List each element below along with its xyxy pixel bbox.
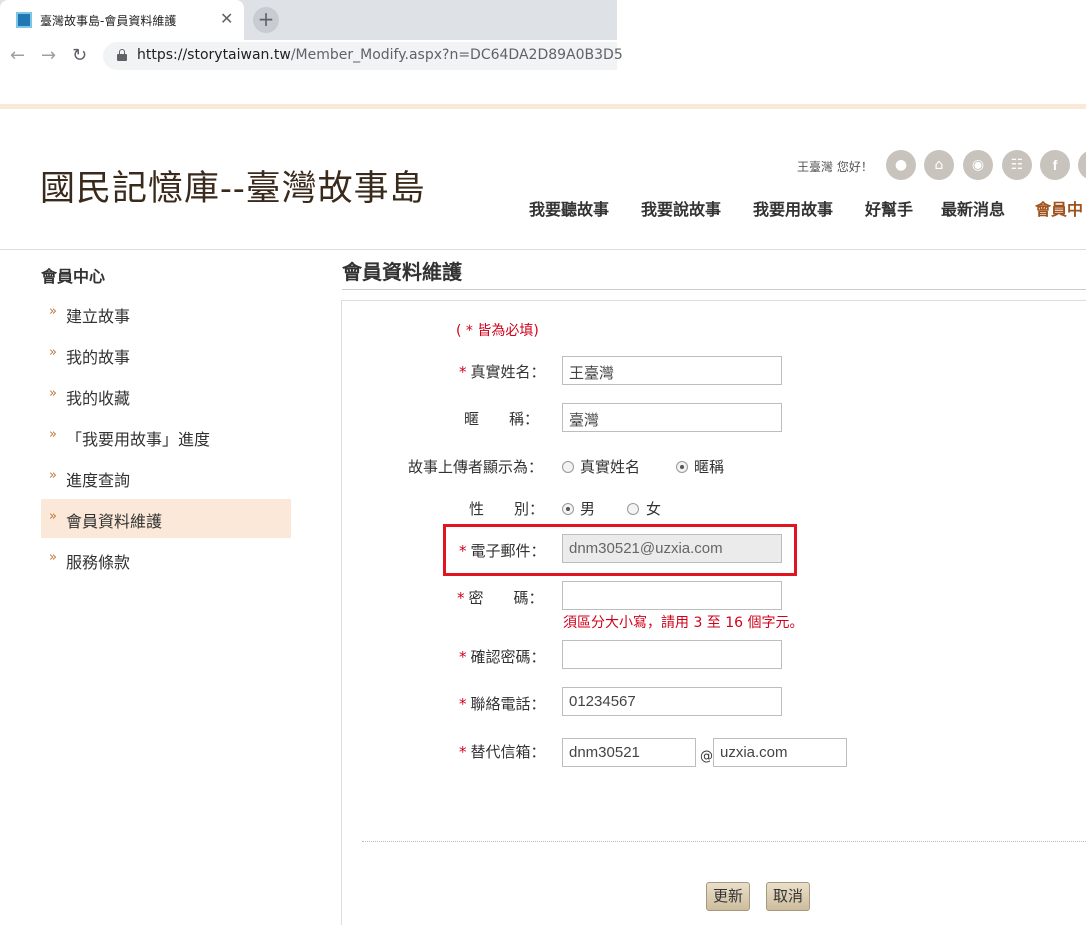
- sidebar-item-member-profile[interactable]: » 會員資料維護: [41, 499, 291, 538]
- nav-news[interactable]: 最新消息: [941, 196, 1005, 220]
- user-greeting: 王臺灣 您好！: [797, 160, 873, 174]
- user-icon[interactable]: ●: [886, 150, 916, 180]
- chevron-right-icon: »: [49, 550, 57, 565]
- back-arrow-icon[interactable]: ←: [10, 45, 25, 66]
- chevron-right-icon: »: [49, 468, 57, 483]
- nav-use[interactable]: 我要用故事: [753, 196, 833, 220]
- display-realname-label[interactable]: 真實姓名: [580, 456, 640, 477]
- display-nickname-label[interactable]: 暱稱: [694, 456, 724, 477]
- forward-arrow-icon[interactable]: →: [41, 45, 56, 66]
- sidebar-item-label: 「我要用故事」進度: [66, 430, 211, 449]
- new-tab-button[interactable]: +: [253, 7, 279, 33]
- site-title[interactable]: 國民記憶庫--臺灣故事島: [40, 160, 426, 211]
- display-nickname-radio[interactable]: [676, 461, 688, 473]
- tab-title: 臺灣故事島-會員資料維護: [40, 14, 177, 28]
- sidebar-title: 會員中心: [41, 267, 106, 286]
- sidebar-item-create-story[interactable]: » 建立故事: [41, 294, 291, 333]
- sidebar-item-use-progress[interactable]: » 「我要用故事」進度: [41, 417, 291, 456]
- sidebar-item-label: 我的故事: [66, 348, 131, 367]
- update-button[interactable]: 更新: [706, 882, 751, 911]
- display-as-label: 故事上傳者顯示為：: [408, 458, 544, 476]
- nickname-input[interactable]: 臺灣: [562, 403, 782, 432]
- nav-listen[interactable]: 我要聽故事: [529, 196, 609, 220]
- nav-helper[interactable]: 好幫手: [865, 196, 913, 220]
- chevron-right-icon: »: [49, 509, 57, 524]
- display-realname-radio[interactable]: [562, 461, 574, 473]
- at-sign: @: [700, 749, 713, 764]
- lock-icon: [117, 49, 127, 61]
- required-note: ( * 皆為必填): [456, 323, 539, 339]
- nav-tell[interactable]: 我要說故事: [641, 196, 721, 220]
- site-favicon-icon: [16, 12, 32, 28]
- reload-icon[interactable]: ↻: [72, 45, 87, 66]
- alt-email-label: * 替代信箱：: [459, 743, 546, 761]
- form-divider: [362, 841, 1086, 842]
- phone-input[interactable]: 01234567: [562, 687, 782, 716]
- gender-male-radio[interactable]: [562, 503, 574, 515]
- home-icon[interactable]: ⌂: [924, 150, 954, 180]
- facebook-icon[interactable]: f: [1040, 150, 1070, 180]
- sitemap-icon[interactable]: ☷: [1002, 150, 1032, 180]
- header-divider: [0, 249, 1086, 250]
- sidebar-item-label: 進度查詢: [66, 471, 131, 490]
- sidebar-item-label: 服務條款: [66, 553, 131, 572]
- password-hint: 須區分大小寫，請用 3 至 16 個字元。: [563, 615, 804, 631]
- sidebar-item-label: 建立故事: [66, 307, 131, 326]
- phone-label: * 聯絡電話：: [459, 695, 546, 713]
- real-name-input[interactable]: 王臺灣: [562, 356, 782, 385]
- sidebar-item-my-stories[interactable]: » 我的故事: [41, 335, 291, 374]
- sidebar-item-terms[interactable]: » 服務條款: [41, 540, 291, 579]
- confirm-password-label: * 確認密碼：: [459, 648, 546, 666]
- page-title: 會員資料維護: [342, 260, 462, 284]
- cancel-button[interactable]: 取消: [766, 882, 811, 911]
- sidebar-item-progress-query[interactable]: » 進度查詢: [41, 458, 291, 497]
- nickname-label: 暱 稱：: [464, 410, 540, 428]
- email-highlight-box: [443, 524, 797, 576]
- alt-email-user-input[interactable]: dnm30521: [562, 738, 696, 767]
- real-name-label: * 真實姓名：: [459, 363, 546, 381]
- gender-male-label[interactable]: 男: [580, 498, 595, 519]
- confirm-password-input[interactable]: [562, 640, 782, 669]
- sidebar-item-my-collection[interactable]: » 我的收藏: [41, 376, 291, 415]
- chevron-right-icon: »: [49, 345, 57, 360]
- nav-member[interactable]: 會員中: [1035, 196, 1083, 220]
- gender-female-label[interactable]: 女: [646, 498, 661, 519]
- gender-label: 性 別：: [469, 500, 545, 518]
- alt-email-domain-input[interactable]: uzxia.com: [713, 738, 847, 767]
- extra-icon[interactable]: [1078, 150, 1086, 180]
- close-icon[interactable]: ✕: [220, 9, 233, 28]
- rss-icon[interactable]: ◉: [963, 150, 993, 180]
- password-input[interactable]: [562, 581, 782, 610]
- gender-female-radio[interactable]: [627, 503, 639, 515]
- url-text[interactable]: https://storytaiwan.tw/Member_Modify.asp…: [137, 47, 623, 63]
- title-divider: [342, 289, 1086, 290]
- top-accent-bar: [0, 104, 1086, 109]
- chevron-right-icon: »: [49, 427, 57, 442]
- chevron-right-icon: »: [49, 304, 57, 319]
- chevron-right-icon: »: [49, 386, 57, 401]
- sidebar-item-label: 我的收藏: [66, 389, 131, 408]
- password-label: * 密 碼：: [457, 589, 544, 607]
- sidebar-item-label: 會員資料維護: [66, 512, 163, 531]
- browser-tab[interactable]: 臺灣故事島-會員資料維護 ✕: [0, 0, 244, 40]
